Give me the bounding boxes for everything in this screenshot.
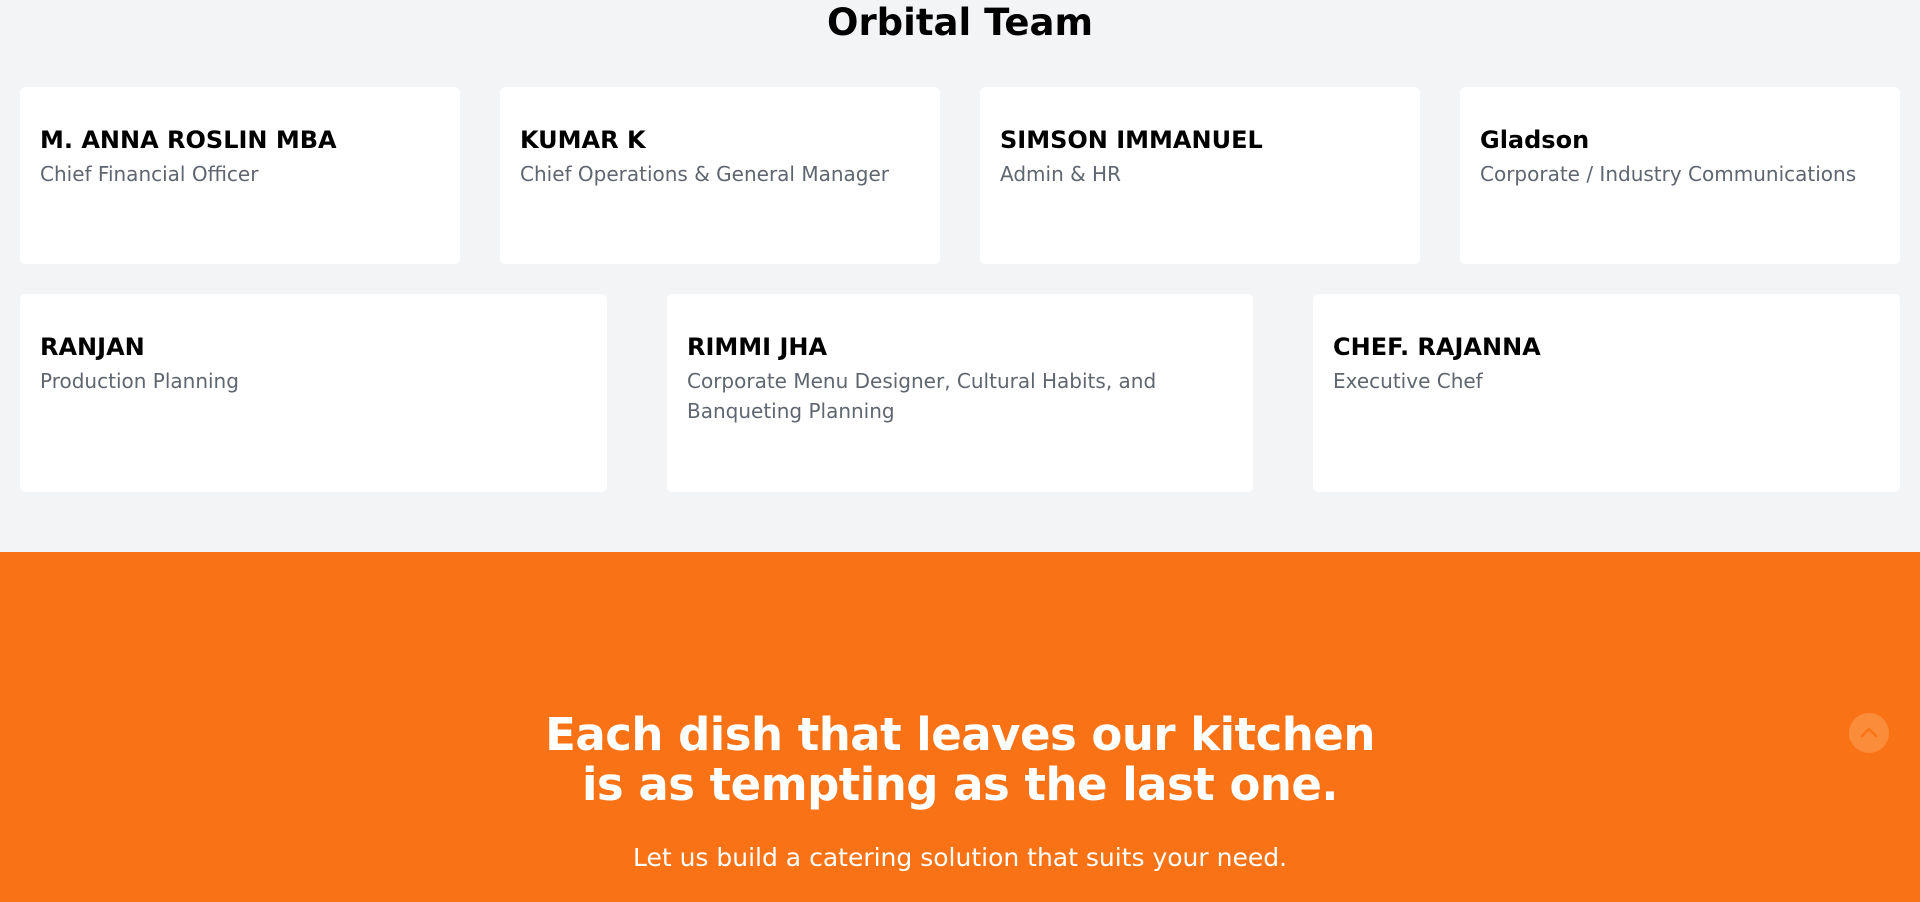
cta-heading: Each dish that leaves our kitchen is as … xyxy=(0,710,1920,810)
member-role: Corporate Menu Designer, Cultural Habits… xyxy=(687,369,1157,423)
member-role: Chief Financial Officer xyxy=(40,162,259,186)
member-name: CHEF. RAJANNA xyxy=(1333,333,1541,361)
member-role: Corporate / Industry Communications xyxy=(1480,162,1857,186)
team-title: Orbital Team xyxy=(826,1,1094,44)
team-card: Gladson Corporate / Industry Communicati… xyxy=(1460,87,1900,264)
cta-subtext: Let us build a catering solution that su… xyxy=(632,843,1288,872)
member-name: KUMAR K xyxy=(520,126,646,154)
team-card: M. ANNA ROSLIN MBA Chief Financial Offic… xyxy=(20,87,460,264)
cta-heading-line-2: is as tempting as the last one. xyxy=(581,758,1339,811)
member-role: Chief Operations & General Manager xyxy=(520,162,890,186)
member-name: RIMMI JHA xyxy=(687,333,828,361)
team-card: RIMMI JHA Corporate Menu Designer, Cultu… xyxy=(667,294,1253,492)
member-role: Executive Chef xyxy=(1333,369,1483,393)
member-name: RANJAN xyxy=(40,333,145,361)
member-role: Production Planning xyxy=(40,369,239,393)
team-section: Orbital Team M. ANNA ROSLIN MBA Chief Fi… xyxy=(0,0,1920,552)
member-name: M. ANNA ROSLIN MBA xyxy=(40,126,337,154)
chevron-up-icon xyxy=(1860,727,1878,738)
team-card: KUMAR K Chief Operations & General Manag… xyxy=(500,87,940,264)
team-card: RANJAN Production Planning xyxy=(20,294,607,492)
cta-banner: Each dish that leaves our kitchen is as … xyxy=(0,552,1920,902)
team-card: CHEF. RAJANNA Executive Chef xyxy=(1313,294,1900,492)
member-role: Admin & HR xyxy=(1000,162,1121,186)
member-name: SIMSON IMMANUEL xyxy=(1000,126,1263,154)
cta-heading-line-1: Each dish that leaves our kitchen xyxy=(545,708,1375,761)
member-name: Gladson xyxy=(1480,126,1590,154)
scroll-to-top-button[interactable] xyxy=(1849,713,1889,753)
team-card: SIMSON IMMANUEL Admin & HR xyxy=(980,87,1420,264)
